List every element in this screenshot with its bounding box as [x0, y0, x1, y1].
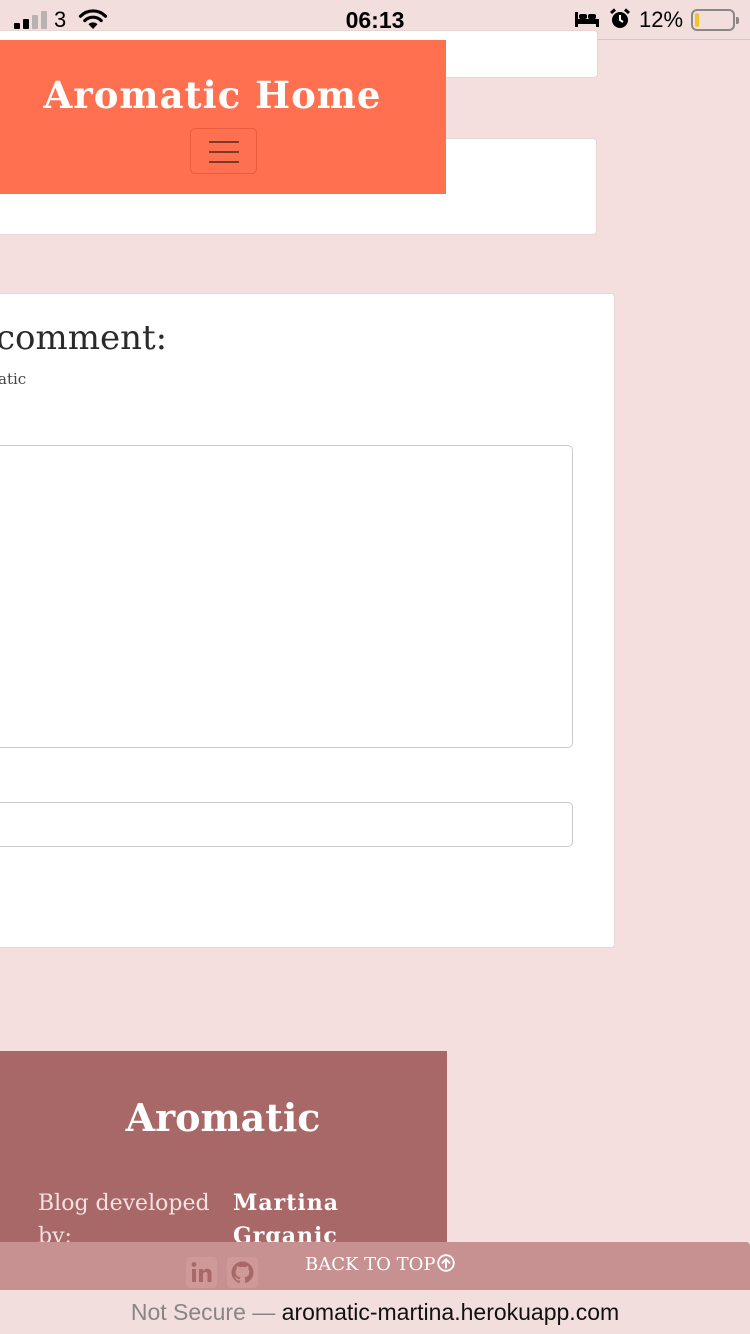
footer-brand: Aromatic: [125, 1095, 321, 1140]
comment-subtext: atic: [0, 370, 27, 388]
comment-name-field[interactable]: [0, 802, 573, 847]
github-icon[interactable]: [227, 1257, 258, 1288]
comment-heading: comment:: [0, 318, 168, 358]
comment-body-field[interactable]: [0, 445, 573, 748]
arrow-up-circle-icon: [436, 1254, 455, 1272]
bed-icon: [575, 12, 599, 27]
linkedin-icon[interactable]: [186, 1257, 217, 1288]
browser-url-bar[interactable]: Not Secure — aromatic-martina.herokuapp.…: [0, 1290, 750, 1334]
url-text: aromatic-martina.herokuapp.com: [281, 1299, 620, 1325]
back-to-top-label: BACK TO TOP: [305, 1254, 436, 1275]
battery-icon: [691, 9, 739, 31]
navbar: Aromatic Home: [0, 40, 446, 194]
alarm-icon: [610, 8, 630, 28]
back-to-top-link[interactable]: BACK TO TOP: [305, 1254, 455, 1275]
navbar-brand[interactable]: Aromatic Home: [0, 73, 425, 117]
hamburger-menu-button[interactable]: [190, 128, 257, 174]
not-secure-label: Not Secure —: [130, 1299, 276, 1325]
battery-percent: 12%: [639, 7, 684, 32]
hamburger-icon: [209, 141, 239, 143]
